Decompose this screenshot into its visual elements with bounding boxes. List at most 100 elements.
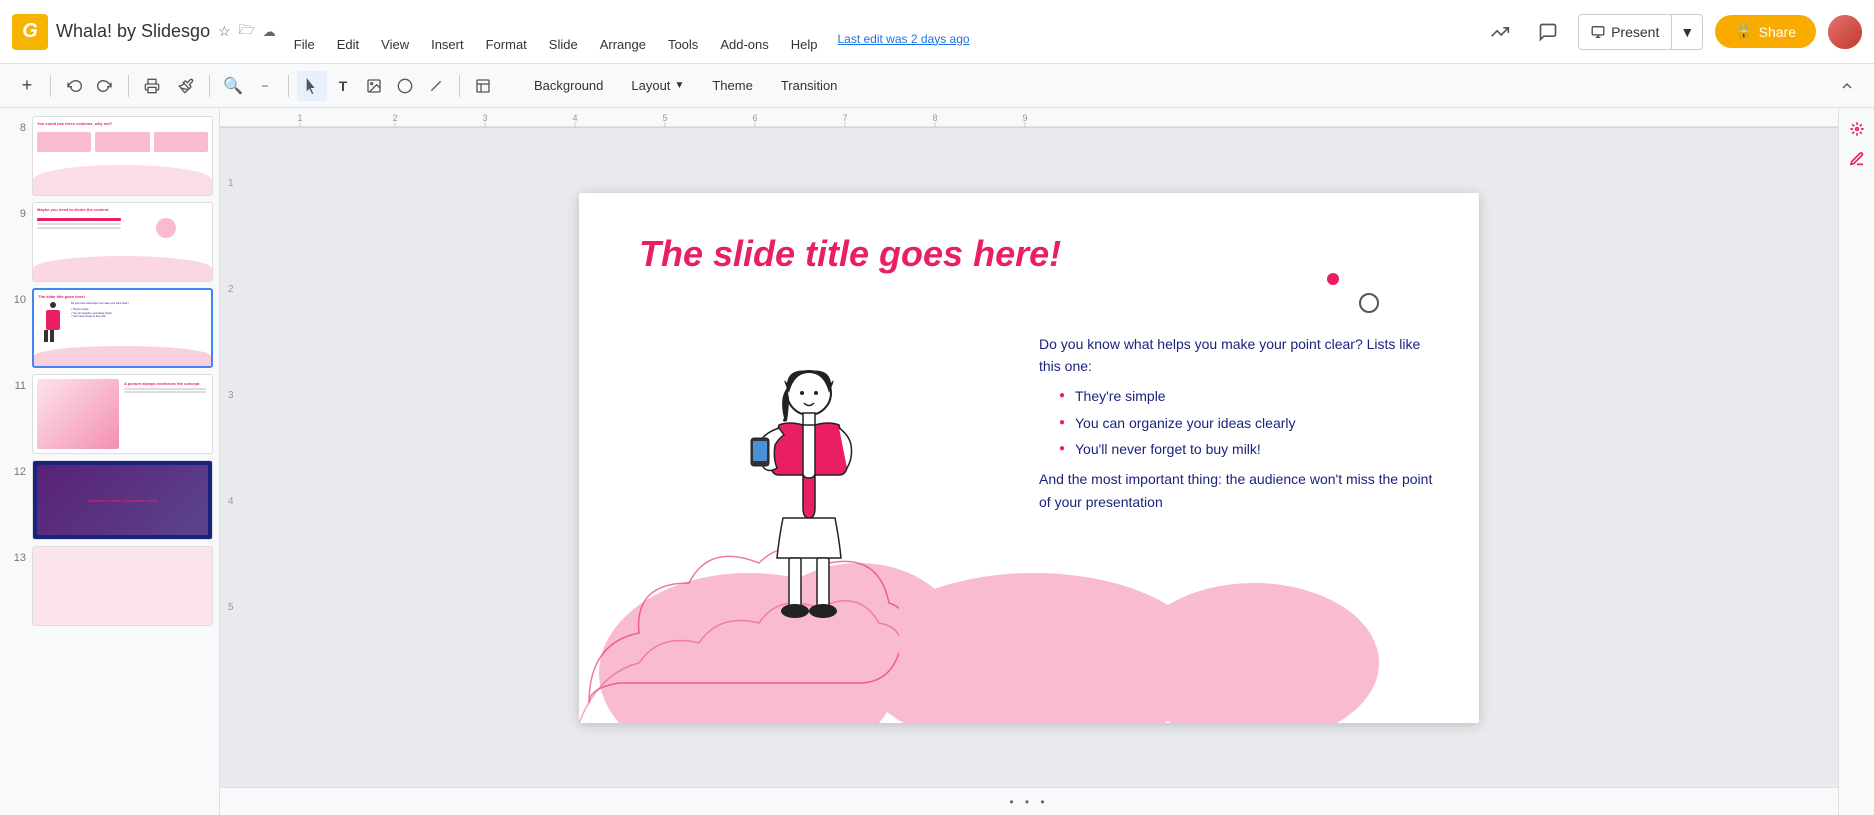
present-button[interactable]: Present ▼ [1578,14,1703,50]
print-button[interactable] [137,71,167,101]
menu-addons[interactable]: Add-ons [710,33,778,56]
redo-button[interactable] [90,71,120,101]
image-tool[interactable] [359,71,389,101]
toolbar-tools: T [297,71,451,101]
menu-slide[interactable]: Slide [539,33,588,56]
layout-button[interactable]: Layout ▼ [619,72,696,99]
present-label[interactable]: Present [1579,15,1672,49]
undo-button[interactable] [59,71,89,101]
cloud-save-icon[interactable]: ☁ [263,24,276,40]
slide-thumb-8[interactable]: 8 You could use three columns, why not? [6,116,213,196]
title-section: Whala! by Slidesgo ☆ 🗁 ☁ [56,21,276,43]
slide-thumb-13[interactable]: 13 [6,546,213,626]
add-button[interactable]: + [12,71,42,101]
share-button[interactable]: 🔒 Share [1715,15,1816,48]
divider1 [50,75,51,97]
side-btn-1[interactable] [1844,116,1870,142]
svg-text:5: 5 [662,113,667,123]
side-btn-2[interactable] [1844,146,1870,172]
zoom-out-button[interactable]: 🔍 [218,71,248,101]
slide-img-10[interactable]: The slide title goes here! Do you know w… [32,288,213,368]
toolbar-zoom: 🔍 − [218,71,280,101]
cursor-tool[interactable] [297,71,327,101]
text-tool[interactable]: T [328,71,358,101]
svg-text:7: 7 [842,113,847,123]
slide-thumb-12[interactable]: 12 A picture is worth a thousand words [6,460,213,540]
slide-num-13: 13 [6,546,26,564]
menu-arrange[interactable]: Arrange [590,33,656,56]
main-area: 8 You could use three columns, why not? … [0,108,1874,815]
svg-text:8: 8 [932,113,937,123]
layout-view-button[interactable] [468,71,498,101]
logo-letter: G [22,20,38,43]
lock-icon: 🔒 [1735,23,1752,40]
slide-canvas[interactable]: The slide title goes here! [579,193,1479,723]
divider3 [209,75,210,97]
menu-view[interactable]: View [371,33,419,56]
slide-title[interactable]: The slide title goes here! [639,233,1061,275]
folder-icon[interactable]: 🗁 [239,21,255,43]
comment-icon[interactable] [1530,14,1566,50]
vertical-ruler: 12345 [228,130,234,660]
bullet-3: You'll never forget to buy milk! [1059,438,1439,460]
menu-insert[interactable]: Insert [421,33,474,56]
top-bar: G Whala! by Slidesgo ☆ 🗁 ☁ File Edit Vie… [0,0,1874,64]
trending-icon[interactable] [1482,14,1518,50]
svg-text:4: 4 [572,113,577,123]
slide-thumb-9[interactable]: 9 Maybe you need to divide the content [6,202,213,282]
toolbar-group-add: + [12,71,42,101]
theme-label: Theme [712,78,752,93]
line-tool[interactable] [421,71,451,101]
app-logo[interactable]: G [12,14,48,50]
present-dropdown[interactable]: ▼ [1672,15,1702,49]
layout-label: Layout [631,78,670,93]
toolbar: + 🔍 − T [0,64,1874,108]
slide-num-11: 11 [6,374,26,392]
background-button[interactable]: Background [522,72,615,99]
avatar[interactable] [1828,15,1862,49]
shape-tool[interactable] [390,71,420,101]
background-label: Background [534,78,603,93]
thumb12-title: A picture is worth a thousand words [84,494,161,507]
slide-thumb-11[interactable]: 11 A picture always reinforces the conce… [6,374,213,454]
menu-format[interactable]: Format [476,33,537,56]
ruler-svg: 1 2 3 4 5 6 7 8 9 [220,108,1838,128]
slides-panel: 8 You could use three columns, why not? … [0,108,220,815]
slide-conclusion-text: And the most important thing: the audien… [1039,468,1439,513]
slide-img-9[interactable]: Maybe you need to divide the content [32,202,213,282]
slide-thumb-10[interactable]: 10 The slide title goes here! Do yo [6,288,213,368]
side-panel [1838,108,1874,815]
menu-edit[interactable]: Edit [327,33,369,56]
slide-img-12[interactable]: A picture is worth a thousand words [32,460,213,540]
present-text: Present [1611,24,1659,40]
svg-text:9: 9 [1022,113,1027,123]
slide-img-11[interactable]: A picture always reinforces the concept [32,374,213,454]
collapse-button[interactable] [1832,71,1862,101]
slide-intro-text: Do you know what helps you make your poi… [1039,333,1439,378]
slide-num-12: 12 [6,460,26,478]
theme-button[interactable]: Theme [700,72,764,99]
transition-button[interactable]: Transition [769,72,850,99]
share-label: Share [1759,24,1796,40]
menu-help[interactable]: Help [781,33,828,56]
deco-circle-small [1327,273,1339,285]
chevron-down-icon: ▼ [1680,24,1694,40]
bullet-2: You can organize your ideas clearly [1059,412,1439,434]
bullet-1: They're simple [1059,385,1439,407]
slide-img-13[interactable] [32,546,213,626]
slide-bullets: They're simple You can organize your ide… [1059,385,1439,460]
star-icon[interactable]: ☆ [218,23,231,40]
slide-num-9: 9 [6,202,26,220]
doc-title: Whala! by Slidesgo [56,21,210,42]
menu-file[interactable]: File [284,33,325,56]
slide-img-8[interactable]: You could use three columns, why not? [32,116,213,196]
thumb11-title: A picture always reinforces the concept [124,381,206,386]
slide-num-8: 8 [6,116,26,134]
menu-tools[interactable]: Tools [658,33,708,56]
deco-circle-outline [1359,293,1379,313]
divider4 [288,75,289,97]
slide-text-content[interactable]: Do you know what helps you make your poi… [1039,333,1439,514]
toolbar-group-undo [59,71,120,101]
thumb10-title: The slide title goes here! [38,294,207,299]
paint-format-button[interactable] [171,71,201,101]
